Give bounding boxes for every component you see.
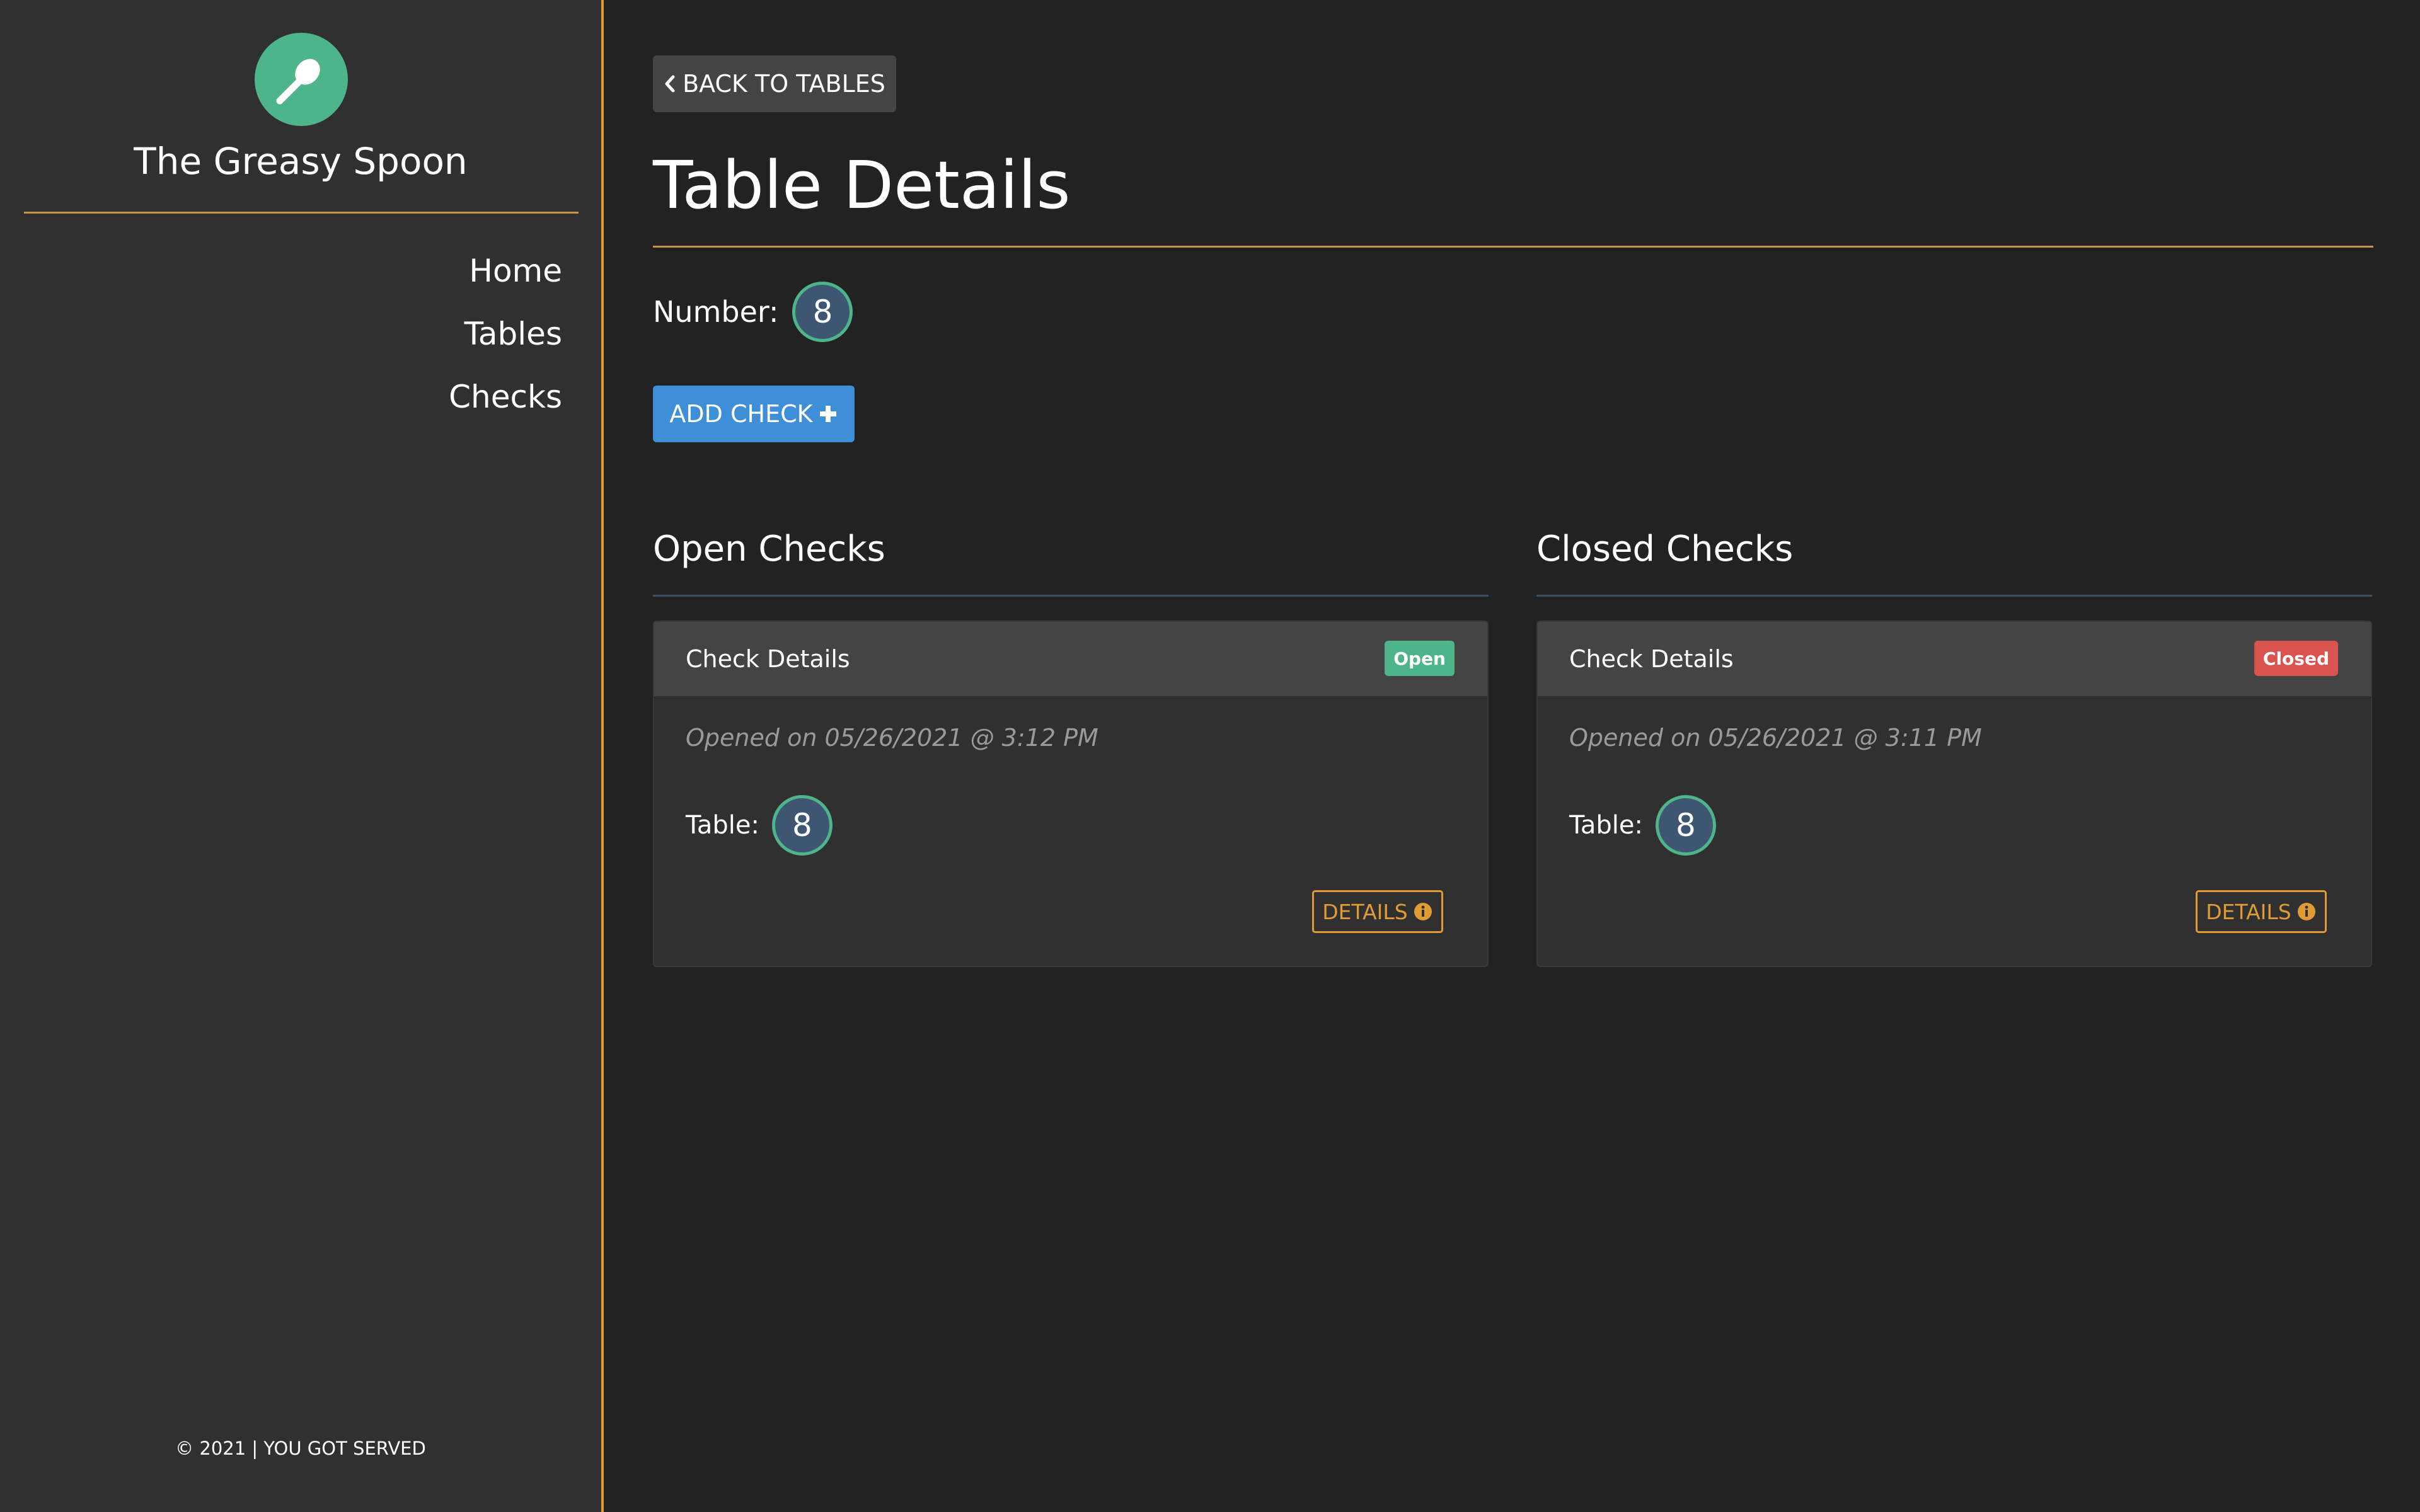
table-number-badge: 8 bbox=[1655, 795, 1716, 856]
details-label: DETAILS bbox=[1322, 899, 1408, 924]
spoon-icon[interactable] bbox=[255, 33, 348, 126]
check-card: Check Details Closed Opened on 05/26/202… bbox=[1536, 621, 2372, 967]
number-label: Number: bbox=[653, 295, 779, 329]
details-button[interactable]: DETAILS bbox=[1312, 890, 1443, 933]
opened-timestamp: Opened on 05/26/2021 @ 3:11 PM bbox=[1569, 724, 1982, 752]
nav-item-checks[interactable]: Checks bbox=[449, 370, 562, 433]
sidebar-divider bbox=[24, 212, 579, 214]
table-number-row: Number: 8 bbox=[653, 282, 853, 342]
open-checks-title: Open Checks bbox=[653, 529, 885, 570]
title-divider bbox=[653, 246, 2373, 248]
back-to-tables-button[interactable]: BACK TO TABLES bbox=[653, 55, 896, 112]
card-table-row: Table: 8 bbox=[1569, 795, 1716, 856]
open-checks-section: Open Checks Check Details Open Opened on… bbox=[653, 523, 1489, 967]
plus-icon bbox=[819, 406, 836, 422]
details-button[interactable]: DETAILS bbox=[2196, 890, 2327, 933]
card-table-row: Table: 8 bbox=[686, 795, 833, 856]
app: The Greasy Spoon Home Tables Checks © 20… bbox=[0, 0, 2420, 1512]
card-header: Check Details Closed bbox=[1538, 622, 2371, 696]
closed-checks-title: Closed Checks bbox=[1536, 529, 1794, 570]
opened-timestamp: Opened on 05/26/2021 @ 3:12 PM bbox=[686, 724, 1098, 752]
nav-item-home[interactable]: Home bbox=[449, 244, 562, 307]
table-number-badge: 8 bbox=[792, 282, 853, 342]
sidebar-footer: © 2021 | YOU GOT SERVED bbox=[175, 1438, 426, 1459]
status-badge: Closed bbox=[2254, 641, 2338, 676]
add-check-label: ADD CHECK bbox=[669, 400, 813, 428]
closed-checks-section: Closed Checks Check Details Closed Opene… bbox=[1536, 523, 2372, 967]
section-divider bbox=[653, 595, 1489, 597]
details-label: DETAILS bbox=[2206, 899, 2291, 924]
back-button-label: BACK TO TABLES bbox=[683, 70, 885, 98]
card-header: Check Details Open bbox=[654, 622, 1487, 696]
add-check-button[interactable]: ADD CHECK bbox=[653, 386, 855, 442]
sidebar: The Greasy Spoon Home Tables Checks © 20… bbox=[0, 0, 604, 1512]
table-label: Table: bbox=[686, 811, 759, 840]
status-badge: Open bbox=[1385, 641, 1455, 676]
chevron-left-icon bbox=[665, 75, 675, 93]
info-icon bbox=[1414, 903, 1432, 920]
table-number-badge: 8 bbox=[771, 795, 833, 856]
info-icon bbox=[2297, 903, 2315, 920]
nav-item-tables[interactable]: Tables bbox=[449, 307, 562, 370]
brand-name[interactable]: The Greasy Spoon bbox=[0, 140, 601, 183]
card-title: Check Details bbox=[686, 645, 850, 673]
sidebar-nav: Home Tables Checks bbox=[449, 244, 562, 433]
table-label: Table: bbox=[1569, 811, 1643, 840]
card-title: Check Details bbox=[1569, 645, 1734, 673]
check-card: Check Details Open Opened on 05/26/2021 … bbox=[653, 621, 1489, 967]
page-title: Table Details bbox=[653, 147, 1071, 224]
section-divider bbox=[1536, 595, 2372, 597]
